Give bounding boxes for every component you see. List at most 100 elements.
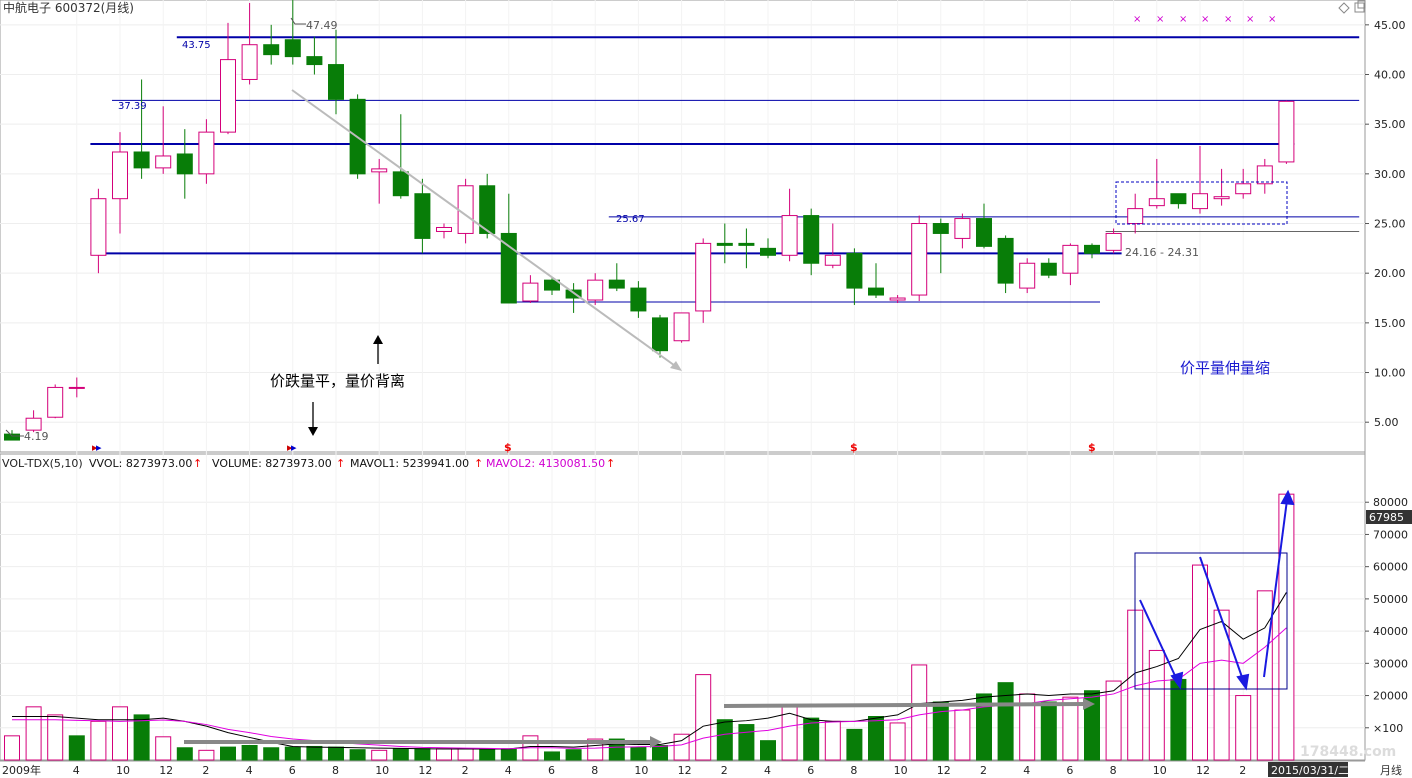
candle-body (284, 39, 301, 58)
candle-body (1105, 232, 1122, 251)
candle-body (241, 44, 258, 80)
volume-bar (241, 745, 258, 761)
volume-bar (457, 748, 474, 761)
candle-body (652, 317, 668, 352)
volume-bar (479, 748, 496, 761)
volume-bar (889, 722, 906, 761)
period-label[interactable]: 月线 (1380, 763, 1402, 777)
x-tick-label: 10 (116, 764, 130, 777)
candle-body (176, 153, 193, 175)
svg-text:↑: ↑ (336, 457, 345, 470)
candle-body (392, 171, 409, 197)
volume-bar (1235, 695, 1252, 761)
x-tick-label: 2 (980, 764, 987, 777)
candle-body (760, 247, 776, 256)
volume-bar (306, 745, 323, 761)
candle-body (1192, 193, 1208, 210)
candle-body (1148, 198, 1165, 207)
x-tick-label: 8 (1110, 764, 1117, 777)
vvol-value: VVOL: 8273973.00 (89, 457, 192, 470)
candle-body (716, 242, 733, 246)
candle-body (1235, 183, 1252, 195)
volume-bar (738, 724, 755, 761)
volume-tick-label: 40000 (1373, 625, 1408, 638)
candle-body (997, 237, 1014, 284)
volume-bar (112, 706, 128, 761)
candle-body (911, 223, 928, 296)
candle-body (976, 218, 992, 247)
candle-body (306, 56, 323, 66)
x-tick-label: 12 (937, 764, 951, 777)
level-label-2567: 25.67 (616, 214, 645, 225)
x-tick-label: 10 (375, 764, 389, 777)
price-flat-note: 价跌量平，量价背离 (270, 372, 405, 390)
volume-bar (1105, 680, 1122, 761)
candle-body (90, 198, 107, 256)
x-tick-label: 4 (1023, 764, 1030, 777)
candle-body (4, 433, 20, 441)
volume-bar (68, 735, 85, 761)
price-tick-label: 25.00 (1374, 218, 1406, 231)
candle-body (932, 223, 949, 234)
volume-bar (716, 719, 733, 761)
svg-text:×: × (1156, 14, 1164, 25)
price-tick-label: 30.00 (1374, 168, 1406, 181)
candle-body (436, 226, 452, 232)
candle-body (608, 279, 625, 289)
x-tick-label: 6 (1066, 764, 1073, 777)
svg-text:4.19: 4.19 (24, 430, 49, 443)
volume-bar (1040, 701, 1057, 761)
x-tick-label: 2009年 (2, 763, 41, 777)
candle-body (889, 297, 906, 301)
svg-text:×: × (1201, 14, 1209, 25)
svg-text:▸: ▸ (96, 441, 102, 454)
candle-body (457, 185, 474, 234)
candle-body (803, 215, 820, 264)
candle-body (824, 254, 841, 266)
svg-text:▸: ▸ (291, 441, 297, 454)
volume-bar (824, 720, 841, 761)
candle-body (414, 193, 431, 239)
candle-body (133, 151, 150, 169)
date-label: 2015/03/31/二 (1271, 764, 1349, 777)
svg-text:×: × (1268, 14, 1276, 25)
kline-chart[interactable]: 5.00 10.00 15.00 20.00 25.00 30.00 35.00 40.00 4… (0, 0, 1412, 778)
x-tick-label: 12 (159, 764, 173, 777)
svg-text:$: $ (1088, 441, 1096, 454)
volume-value: VOLUME: 8273973.00 (212, 457, 332, 470)
candle-body (68, 386, 85, 389)
x-tick-label: 2 (1239, 764, 1246, 777)
candle-body (1019, 262, 1036, 289)
candle-body (587, 279, 604, 301)
x-tick-label: 6 (548, 764, 555, 777)
volume-bar (155, 736, 172, 761)
volume-bar (176, 747, 193, 761)
x-tick-label: 12 (678, 764, 692, 777)
x-tick-label: 2 (721, 764, 728, 777)
candle-body (781, 215, 798, 256)
volume-tick-label: 70000 (1373, 528, 1408, 541)
watermark: 178448.com (1300, 744, 1396, 760)
price-tick-label: 45.00 (1374, 19, 1406, 32)
svg-text:↑: ↑ (606, 457, 615, 470)
candle-body (738, 242, 755, 246)
candle-body (522, 282, 539, 302)
price-panel-frame (0, 0, 1366, 453)
volume-bar (954, 709, 971, 761)
x-tick-label: 10 (634, 764, 648, 777)
volume-bar (90, 720, 107, 761)
volume-bar (695, 674, 712, 761)
svg-text:$: $ (504, 441, 512, 454)
candle-body (695, 242, 712, 312)
price-tick-label: 5.00 (1374, 416, 1399, 429)
volume-bar (284, 746, 301, 761)
x-tick-label: 10 (1153, 764, 1167, 777)
candle-body (328, 64, 344, 100)
price-flat-vol-note: 价平量伸量缩 (1180, 359, 1270, 377)
volume-tick-label: ×100 (1373, 722, 1403, 735)
x-tick-label: 6 (289, 764, 296, 777)
indicator-bar: VOL-TDX(5,10) VVOL: 8273973.00 ↑ VOLUME:… (2, 457, 615, 470)
volume-bar (47, 714, 64, 761)
candle-body (220, 59, 236, 133)
x-tick-label: 8 (332, 764, 339, 777)
